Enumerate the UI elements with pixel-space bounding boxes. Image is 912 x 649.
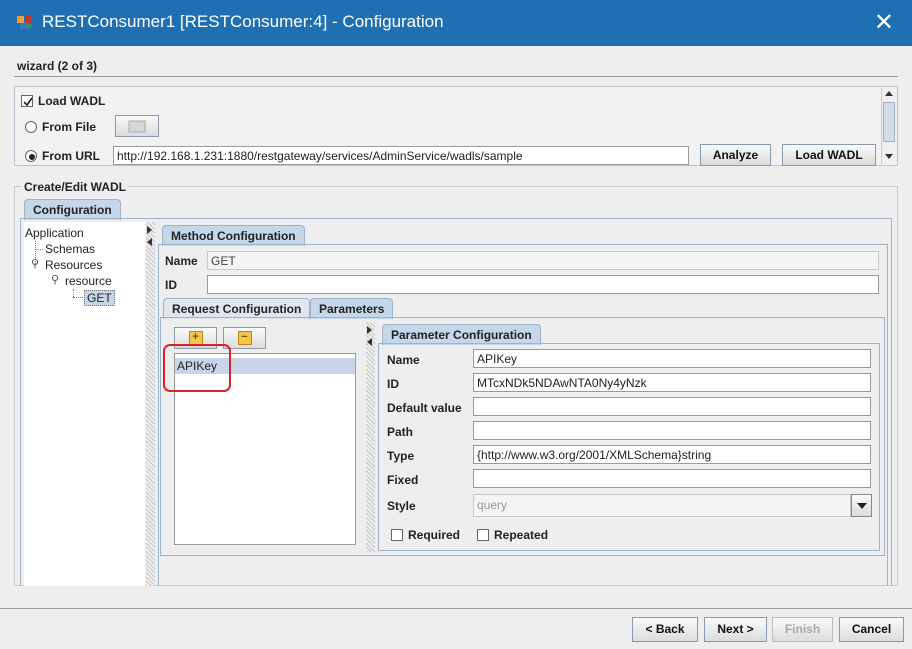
- load-wadl-checkbox[interactable]: [21, 95, 33, 107]
- scroll-up-icon[interactable]: [885, 91, 893, 96]
- tree-item-resource[interactable]: resource: [65, 274, 112, 288]
- required-label: Required: [408, 528, 461, 542]
- param-default-field[interactable]: [473, 397, 871, 416]
- tab-method-configuration[interactable]: Method Configuration: [162, 225, 305, 246]
- repeated-label: Repeated: [494, 528, 549, 542]
- title-bar: RESTConsumer1 [RESTConsumer:4] - Configu…: [0, 0, 912, 46]
- method-name-field[interactable]: GET: [207, 251, 879, 270]
- load-wadl-button[interactable]: Load WADL: [782, 144, 876, 166]
- required-checkbox[interactable]: [391, 529, 403, 541]
- param-name-label: Name: [387, 353, 420, 367]
- param-id-label: ID: [387, 377, 399, 391]
- minus-icon: −: [237, 331, 252, 345]
- next-button[interactable]: Next >: [704, 617, 767, 642]
- folder-icon: [128, 120, 146, 133]
- method-name-label: Name: [165, 254, 198, 268]
- collapse-left-icon[interactable]: [367, 338, 372, 346]
- plus-icon: +: [188, 331, 203, 345]
- from-url-radio[interactable]: [25, 150, 37, 162]
- tree-item-resources[interactable]: Resources: [45, 258, 102, 272]
- param-style-select[interactable]: query: [473, 494, 851, 517]
- tab-parameters[interactable]: Parameters: [310, 298, 394, 319]
- highlight-box: [163, 344, 231, 392]
- tab-request-configuration[interactable]: Request Configuration: [163, 298, 311, 319]
- style-dropdown-button[interactable]: [851, 494, 872, 517]
- from-url-label: From URL: [42, 149, 100, 163]
- method-id-label: ID: [165, 278, 177, 292]
- scroll-down-icon[interactable]: [885, 154, 893, 159]
- finish-button[interactable]: Finish: [772, 617, 833, 642]
- param-id-field[interactable]: MTcxNDk5NDAwNTA0Ny4yNzk: [473, 373, 871, 392]
- tree-line: [35, 249, 43, 250]
- separator: [14, 76, 898, 77]
- scroll-thumb[interactable]: [883, 102, 895, 142]
- check-icon: [23, 97, 33, 107]
- tab-parameter-configuration[interactable]: Parameter Configuration: [382, 324, 541, 345]
- expand-icon[interactable]: ⚲: [51, 273, 59, 286]
- param-path-field[interactable]: [473, 421, 871, 440]
- tree-line: [73, 297, 83, 298]
- param-type-label: Type: [387, 449, 415, 463]
- method-id-field[interactable]: [207, 275, 879, 294]
- param-type-field[interactable]: {http://www.w3.org/2001/XMLSchema}string: [473, 445, 871, 464]
- collapse-right-icon[interactable]: [147, 226, 152, 234]
- repeated-checkbox[interactable]: [477, 529, 489, 541]
- tree-line: [73, 289, 74, 297]
- param-name-field[interactable]: APIKey: [473, 349, 871, 368]
- expand-icon[interactable]: ⚲: [31, 257, 39, 270]
- create-edit-title: Create/Edit WADL: [22, 180, 129, 194]
- chevron-down-icon: [857, 503, 867, 509]
- collapse-left-icon[interactable]: [147, 238, 152, 246]
- palette-icon: [17, 16, 32, 29]
- param-default-label: Default value: [387, 401, 462, 415]
- tree-item-get[interactable]: GET: [84, 290, 115, 306]
- from-file-radio[interactable]: [25, 121, 37, 133]
- back-button[interactable]: < Back: [632, 617, 698, 642]
- top-scrollbar[interactable]: [881, 88, 896, 164]
- split-divider[interactable]: [366, 322, 375, 552]
- load-wadl-label: Load WADL: [38, 94, 106, 108]
- browse-file-button[interactable]: [115, 115, 159, 137]
- split-divider[interactable]: [146, 222, 155, 586]
- tab-configuration[interactable]: Configuration: [24, 199, 121, 220]
- window-title: RESTConsumer1 [RESTConsumer:4] - Configu…: [42, 12, 444, 31]
- tree-item-application[interactable]: Application: [25, 226, 84, 240]
- analyze-button[interactable]: Analyze: [700, 144, 771, 166]
- close-icon[interactable]: ✕: [874, 8, 894, 36]
- param-fixed-field[interactable]: [473, 469, 871, 488]
- param-path-label: Path: [387, 425, 414, 439]
- from-file-label: From File: [42, 120, 97, 134]
- wizard-step-label: wizard (2 of 3): [17, 59, 98, 73]
- cancel-button[interactable]: Cancel: [839, 617, 904, 642]
- param-style-label: Style: [387, 499, 416, 513]
- footer-separator: [0, 608, 912, 609]
- tree-item-schemas[interactable]: Schemas: [45, 242, 95, 256]
- collapse-right-icon[interactable]: [367, 326, 372, 334]
- url-input[interactable]: http://192.168.1.231:1880/restgateway/se…: [113, 146, 689, 165]
- param-fixed-label: Fixed: [387, 473, 419, 487]
